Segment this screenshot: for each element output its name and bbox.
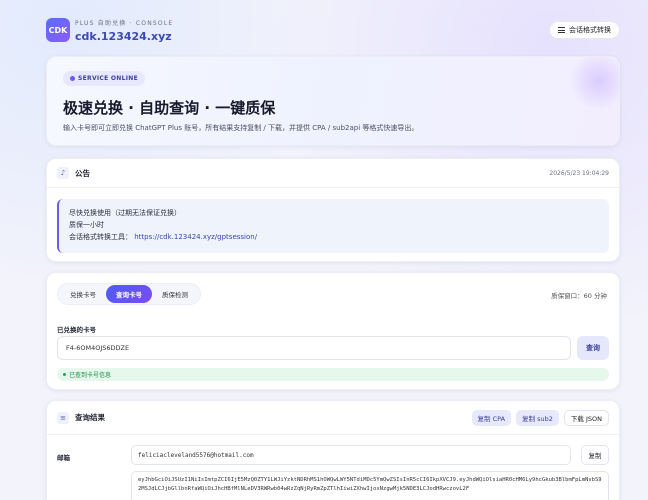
tab-warranty-check[interactable]: 质保检测 [152, 285, 198, 303]
menu-icon [558, 27, 565, 33]
notice-link-line: 会话格式转换工具： https://cdk.123424.xyz/gptsess… [69, 231, 599, 243]
notice-content: 尽快兑换使用（过期无法保证兑换） 质保一小时 会话格式转换工具： https:/… [57, 199, 609, 253]
result-header: ≡ 查询结果 复制 CPA 复制 sub2 下载 JSON [47, 401, 619, 435]
notice-link-label: 会话格式转换工具： [69, 233, 132, 241]
site-domain[interactable]: cdk.123424.xyz [75, 30, 173, 43]
brand-subtitle: PLUS 自助兑换 · CONSOLE [75, 19, 174, 27]
hero-card: SERVICE ONLINE 极速兑换 · 自助查询 · 一键质保 输入卡号即可… [46, 56, 620, 146]
email-field[interactable]: feliciacleveland5576@hotmail.com [131, 445, 571, 465]
copy-email-button[interactable]: 复制 [581, 445, 609, 465]
copy-sub2-button[interactable]: 复制 sub2 [516, 409, 559, 426]
notice-card: ♪ 公告 2026/5/23 19:04:29 尽快兑换使用（过期无法保证兑换）… [46, 158, 620, 262]
session-convert-button[interactable]: 会话格式转换 [549, 21, 620, 39]
document-icon: ≡ [57, 411, 69, 424]
token-field[interactable]: eyJhbGciOiJSUzI1NiIsImtpZCI6IjE5MzQ0ZTY1… [131, 471, 609, 500]
hero-title: 极速兑换 · 自助查询 · 一键质保 [63, 99, 276, 117]
hero-orb [569, 57, 619, 111]
notice-line: 尽快兑换使用（过期无法保证兑换） [69, 209, 181, 217]
download-json-button[interactable]: 下载 JSON [563, 409, 609, 426]
query-button[interactable]: 查询 [577, 336, 609, 360]
service-status-label: SERVICE ONLINE [78, 75, 139, 82]
brand: PLUS 自助兑换 · CONSOLE cdk.123424.xyz [75, 18, 173, 43]
tab-redeem[interactable]: 兑换卡号 [60, 285, 106, 303]
copy-cpa-button[interactable]: 复制 CPA [471, 409, 512, 426]
top-header: CDK PLUS 自助兑换 · CONSOLE cdk.123424.xyz 会… [46, 13, 620, 47]
result-title: 查询结果 [75, 413, 105, 422]
tab-query[interactable]: 查询卡号 [106, 285, 152, 303]
speaker-icon: ♪ [57, 167, 69, 179]
notice-timestamp: 2026/5/23 19:04:29 [549, 169, 609, 177]
query-status-text: 已查到卡号信息 [69, 372, 112, 379]
result-card: ≡ 查询结果 复制 CPA 复制 sub2 下载 JSON 邮箱 felicia… [46, 400, 620, 500]
notice-title: 公告 [75, 168, 90, 178]
query-card: 兑换卡号 查询卡号 质保检测 质保窗口：60 分钟 已兑换的卡号 F4-6OM4… [46, 272, 620, 390]
card-number-input[interactable]: F4-6OM4OJS6DDZE [57, 336, 571, 360]
email-label: 邮箱 [57, 454, 70, 462]
notice-line: 质保一小时 [69, 221, 104, 229]
success-dot-icon [63, 373, 66, 376]
card-field-label: 已兑换的卡号 [57, 326, 96, 334]
status-dot-icon [70, 76, 75, 81]
session-convert-label: 会话格式转换 [569, 26, 611, 34]
query-status-bar: 已查到卡号信息 [57, 368, 609, 381]
warranty-window: 质保窗口：60 分钟 [551, 292, 607, 300]
hero-description: 输入卡号即可立即兑换 ChatGPT Plus 账号，所有结果支持复制 / 下载… [63, 124, 419, 132]
mode-tabs: 兑换卡号 查询卡号 质保检测 [57, 283, 201, 305]
notice-header: ♪ 公告 2026/5/23 19:04:29 [47, 159, 619, 188]
app-logo: CDK [46, 18, 70, 42]
gptsession-link[interactable]: https://cdk.123424.xyz/gptsession/ [134, 233, 257, 241]
service-status-badge: SERVICE ONLINE [63, 71, 146, 86]
